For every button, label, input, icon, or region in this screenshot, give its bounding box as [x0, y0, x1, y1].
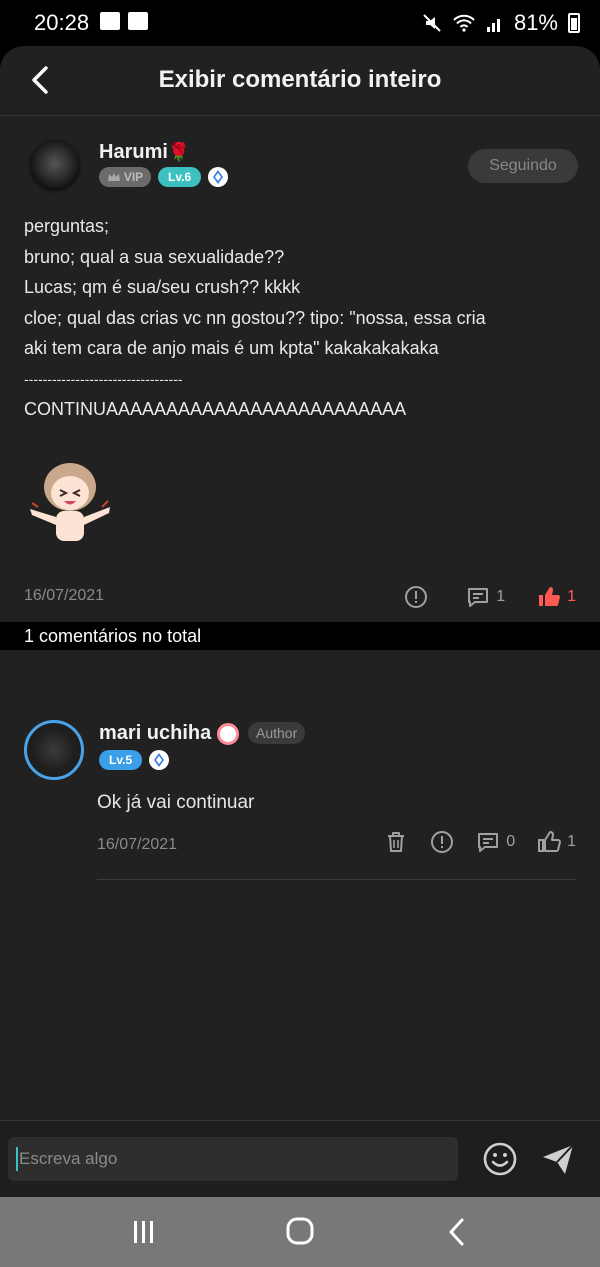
avatar[interactable] — [28, 139, 82, 193]
home-icon[interactable] — [282, 1215, 318, 1249]
status-notification-icons — [100, 12, 148, 30]
content-line: perguntas; — [24, 216, 110, 236]
input-placeholder: Escreva algo — [19, 1149, 118, 1168]
reply-icon — [468, 588, 489, 607]
composer-bar: Escreva algo — [0, 1120, 600, 1197]
following-button[interactable]: Seguindo — [468, 149, 578, 183]
date-text: 16/07/2021 — [24, 587, 105, 604]
comment-text: Ok já vai continuar — [97, 792, 255, 813]
gallery-icon — [100, 12, 120, 30]
like-button[interactable]: 1 — [537, 585, 576, 609]
anime-sticker[interactable] — [24, 457, 116, 547]
gem-badge-icon — [149, 750, 170, 770]
level-badge: Lv.6 — [158, 167, 202, 187]
status-time: 20:28 — [34, 10, 90, 35]
back-icon[interactable] — [440, 1215, 476, 1249]
reply-button[interactable]: 1 — [466, 585, 505, 609]
text-caret — [16, 1147, 18, 1171]
vip-label: VIP — [123, 170, 144, 184]
content-line: aki tem cara de anjo mais é um kpta" kak… — [24, 338, 439, 358]
battery-percent: 81% — [513, 10, 558, 35]
status-right: 81% — [422, 10, 580, 36]
thumbs-up-icon — [539, 587, 561, 606]
level-badge: Lv.5 — [99, 750, 143, 770]
signal-icon — [486, 19, 500, 32]
comment-date: 16/07/2021 — [24, 587, 104, 605]
content-line: cloe; qual das crias vc nn gostou?? tipo… — [24, 307, 486, 328]
delete-button[interactable] — [384, 830, 408, 854]
report-button[interactable] — [404, 585, 428, 609]
username[interactable]: mari uchiha — [99, 722, 240, 745]
like-count: 1 — [567, 833, 576, 850]
reply-button[interactable]: 0 — [476, 830, 515, 854]
folder-icon — [128, 12, 148, 30]
mute-icon — [423, 14, 441, 32]
crown-icon — [107, 173, 120, 181]
reply-icon — [478, 833, 499, 852]
content-line: CONTINUAAAAAAAAAAAAAAAAAAAAAAAAA — [24, 398, 407, 419]
user-badges: VIP Lv.6 — [99, 167, 229, 187]
send-icon[interactable] — [540, 1141, 576, 1177]
content-line: ---------------------------------- — [24, 370, 183, 387]
comment-actions: 1 1 — [404, 585, 576, 609]
report-icon — [431, 831, 454, 853]
username-text: Harumi — [99, 141, 168, 163]
trash-icon — [388, 832, 405, 852]
system-nav-bar — [0, 1197, 600, 1267]
username[interactable]: Harumi🌹 — [99, 141, 190, 164]
like-count: 1 — [567, 588, 576, 605]
wifi-icon — [453, 14, 475, 32]
comment-date: 16/07/2021 — [97, 836, 177, 854]
comment-content: perguntas; bruno; qual a sua sexualidade… — [24, 211, 584, 424]
vip-badge: VIP — [99, 167, 151, 187]
rose-emoji: 🌹 — [167, 142, 191, 162]
comment-input[interactable]: Escreva algo — [8, 1137, 458, 1181]
reply-comment: mari uchiha Author Lv.5 Ok já vai contin… — [0, 650, 600, 880]
comment-actions: 0 1 — [384, 830, 576, 854]
author-badge: Author — [248, 722, 306, 744]
battery-icon — [568, 13, 580, 33]
emoji-icon[interactable] — [482, 1141, 518, 1177]
page-title: Exibir comentário inteiro — [158, 66, 442, 93]
report-button[interactable] — [430, 830, 454, 854]
main-comment: Harumi🌹 VIP Lv.6 Seguindo perguntas; bru… — [0, 117, 600, 608]
thumbs-up-icon — [538, 831, 562, 852]
status-bar: 20:28 81% — [0, 0, 600, 46]
comments-total: 1 comentários no total — [0, 622, 600, 650]
recents-icon[interactable] — [126, 1215, 162, 1249]
comment-detail-screen: Exibir comentário inteiro Harumi🌹 VIP Lv… — [0, 46, 600, 1197]
reply-count: 1 — [496, 588, 506, 605]
reply-count: 0 — [506, 833, 516, 850]
user-badges: Lv.5 — [99, 750, 170, 770]
content-line: Lucas; qm é sua/seu crush?? kkkk — [24, 277, 301, 297]
avatar[interactable] — [24, 720, 84, 780]
date-text: 16/07/2021 — [97, 836, 178, 853]
content-line: bruno; qual a sua sexualidade?? — [24, 246, 285, 267]
username-text: mari uchiha — [99, 722, 212, 744]
gem-badge-icon — [208, 167, 229, 187]
candy-emoji-icon — [217, 722, 240, 745]
divider — [97, 879, 576, 880]
top-bar: Exibir comentário inteiro — [0, 46, 600, 116]
report-icon — [405, 586, 428, 608]
like-button[interactable]: 1 — [537, 830, 576, 854]
